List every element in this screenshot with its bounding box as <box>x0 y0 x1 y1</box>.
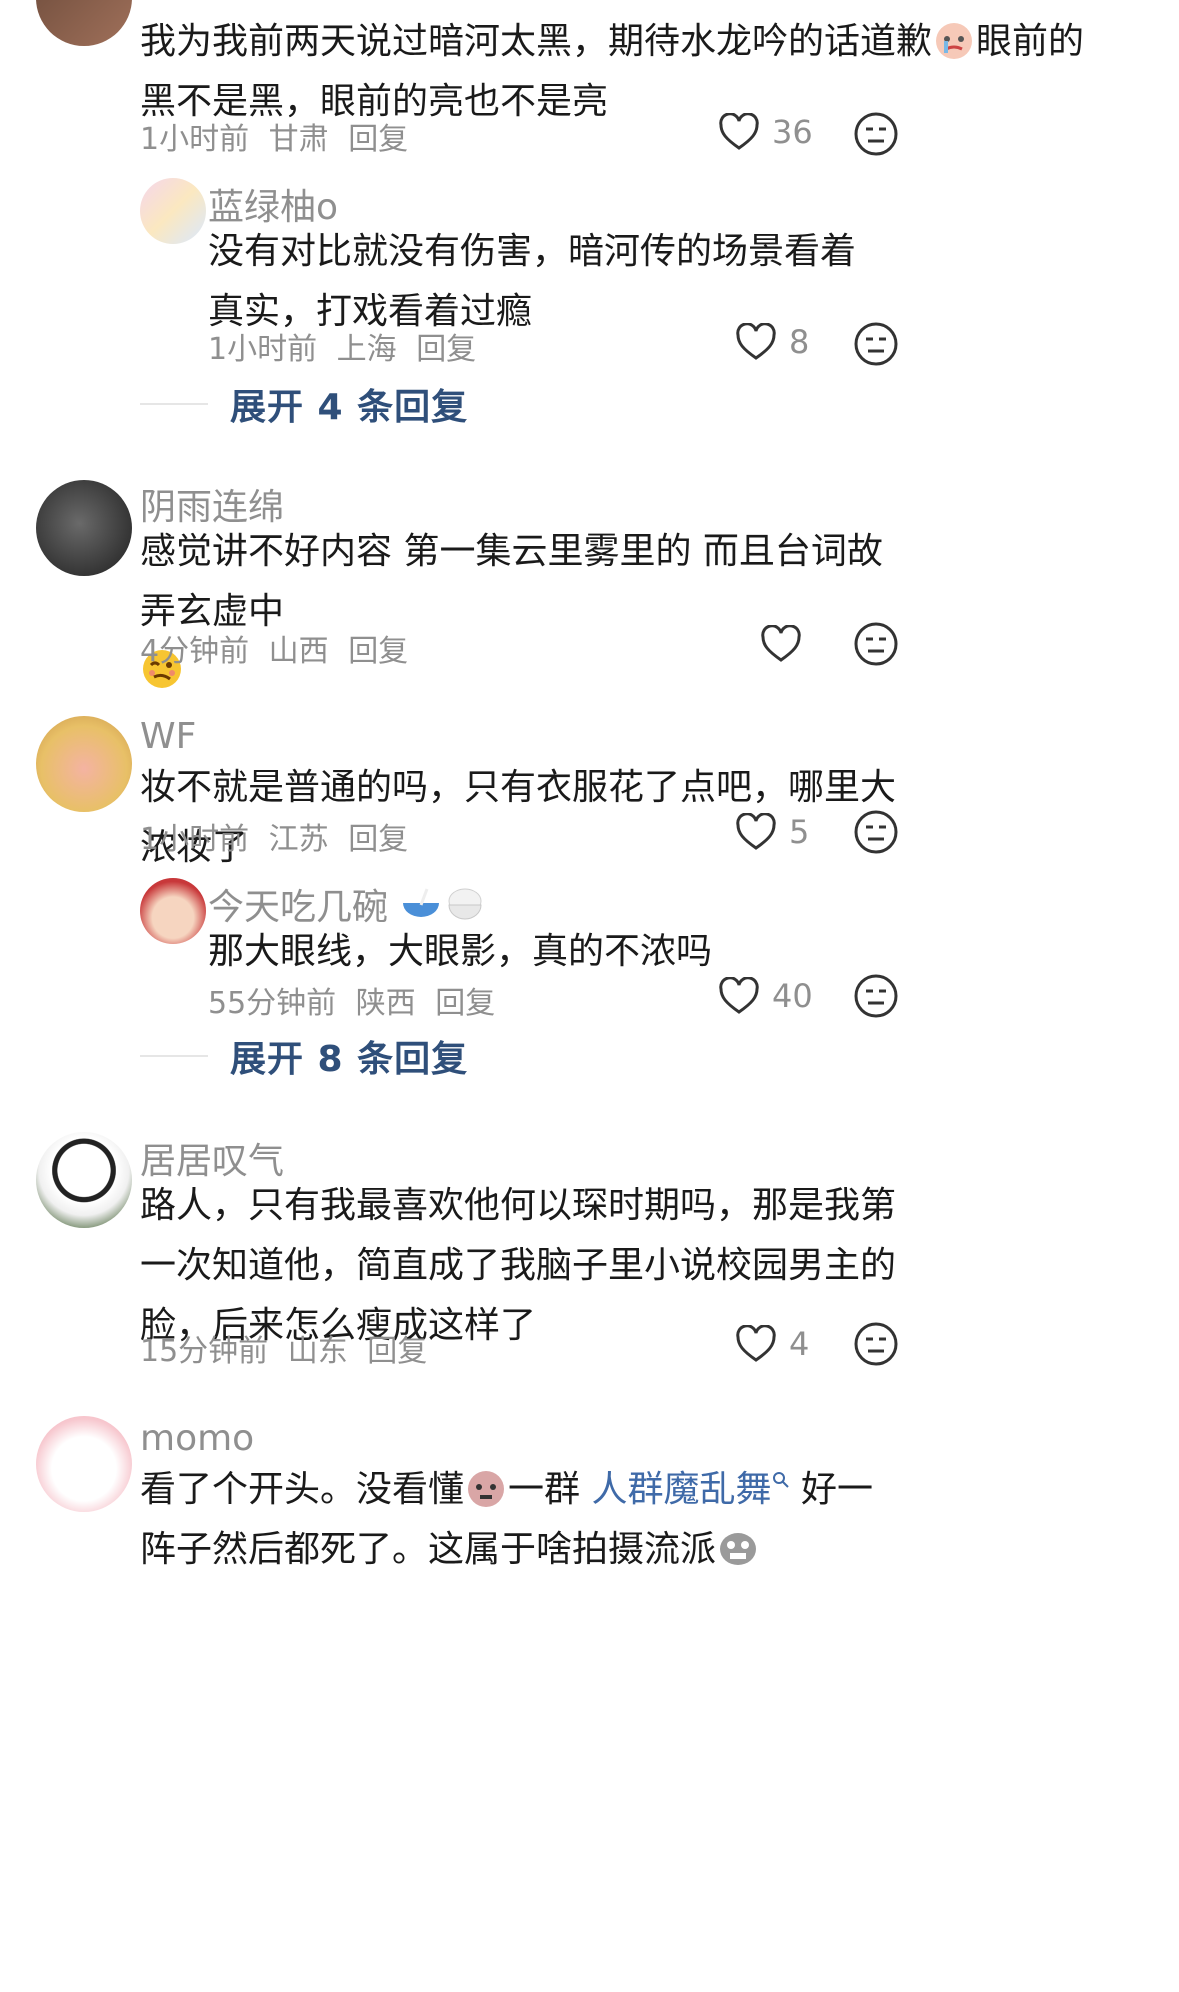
divider <box>140 403 208 405</box>
heart-icon <box>761 625 801 662</box>
avatar[interactable] <box>36 1416 132 1512</box>
like-count: 36 <box>772 113 813 151</box>
avatar[interactable] <box>36 480 132 576</box>
like-button[interactable]: 8 <box>735 314 809 370</box>
like-button[interactable]: 36 <box>718 104 813 160</box>
comment-time: 4分钟前 <box>140 634 250 669</box>
comment-time: 15分钟前 <box>140 1334 269 1369</box>
comment-meta: 15分钟前 山东 回复 <box>140 1326 437 1370</box>
heart-icon <box>736 323 776 360</box>
rice-bowl-emoji-icon <box>443 883 487 927</box>
search-link[interactable]: 人群魔乱舞 <box>591 1469 789 1510</box>
reply-button[interactable]: 回复 <box>435 986 495 1021</box>
comment-location: 山西 <box>268 634 329 669</box>
dislike-face-icon[interactable] <box>852 620 900 668</box>
dislike-face-icon[interactable] <box>852 110 900 158</box>
dislike-face-icon[interactable] <box>852 972 900 1020</box>
comment-time: 1小时前 <box>208 332 318 367</box>
avatar[interactable] <box>36 0 132 46</box>
avatar[interactable] <box>140 878 206 944</box>
comment-location: 上海 <box>336 332 397 367</box>
confused-emoji-icon <box>464 1465 508 1509</box>
reply-meta: 55分钟前 陕西 回复 <box>208 978 505 1022</box>
comment-location: 甘肃 <box>268 122 329 157</box>
like-count: 4 <box>789 1325 810 1363</box>
comment-text: 看了个开头。没看懂 一群 人群魔乱舞 好一阵子然后都死了。这属于啥拍摄流派 <box>140 1460 900 1580</box>
like-count: 8 <box>789 323 810 361</box>
reply-button[interactable]: 回复 <box>348 822 408 857</box>
grimace-emoji-icon <box>716 1525 760 1569</box>
comment-meta: 4分钟前 山西 回复 <box>140 626 418 670</box>
comment-time: 1小时前 <box>140 822 250 857</box>
like-count: 40 <box>772 977 813 1015</box>
comment-location: 山东 <box>287 1334 348 1369</box>
dislike-face-icon[interactable] <box>852 320 900 368</box>
comment-location: 陕西 <box>355 986 416 1021</box>
comment-meta: 1小时前 甘肃 回复 <box>140 114 418 158</box>
username[interactable]: momo <box>140 1418 254 1459</box>
heart-icon <box>719 113 759 150</box>
dislike-face-icon[interactable] <box>852 1320 900 1368</box>
reply-button[interactable]: 回复 <box>348 122 408 157</box>
reply-button[interactable]: 回复 <box>348 634 408 669</box>
reply-button[interactable]: 回复 <box>367 1334 427 1369</box>
like-count: 5 <box>789 813 810 851</box>
expand-replies[interactable]: 展开 8 条回复 <box>140 1030 468 1082</box>
dislike-face-icon[interactable] <box>852 808 900 856</box>
crying-emoji-icon <box>932 17 976 61</box>
avatar[interactable] <box>140 178 206 244</box>
username[interactable]: WF <box>140 716 196 757</box>
bowl-emoji-icon <box>399 883 443 927</box>
like-button[interactable]: 4 <box>735 1316 809 1372</box>
comment-time: 55分钟前 <box>208 986 337 1021</box>
comment-location: 江苏 <box>268 822 329 857</box>
like-button[interactable]: 40 <box>718 968 813 1024</box>
search-icon <box>772 1472 789 1488</box>
heart-icon <box>736 1325 776 1362</box>
comment-meta: 1小时前 江苏 回复 <box>140 814 418 858</box>
comment-text: 感觉讲不好内容 第一集云里雾里的 而且台词故弄玄虚中 <box>140 522 900 702</box>
reply-button[interactable]: 回复 <box>416 332 476 367</box>
heart-icon <box>719 977 759 1014</box>
avatar[interactable] <box>36 1132 132 1228</box>
expand-label: 展开 4 条回复 <box>230 387 469 428</box>
expand-replies[interactable]: 展开 4 条回复 <box>140 378 468 430</box>
expand-label: 展开 8 条回复 <box>230 1039 469 1080</box>
like-button[interactable]: 5 <box>735 804 809 860</box>
divider <box>140 1055 208 1057</box>
avatar[interactable] <box>36 716 132 812</box>
reply-meta: 1小时前 上海 回复 <box>208 324 486 368</box>
like-button[interactable] <box>760 616 802 672</box>
heart-icon <box>736 813 776 850</box>
comment-time: 1小时前 <box>140 122 250 157</box>
